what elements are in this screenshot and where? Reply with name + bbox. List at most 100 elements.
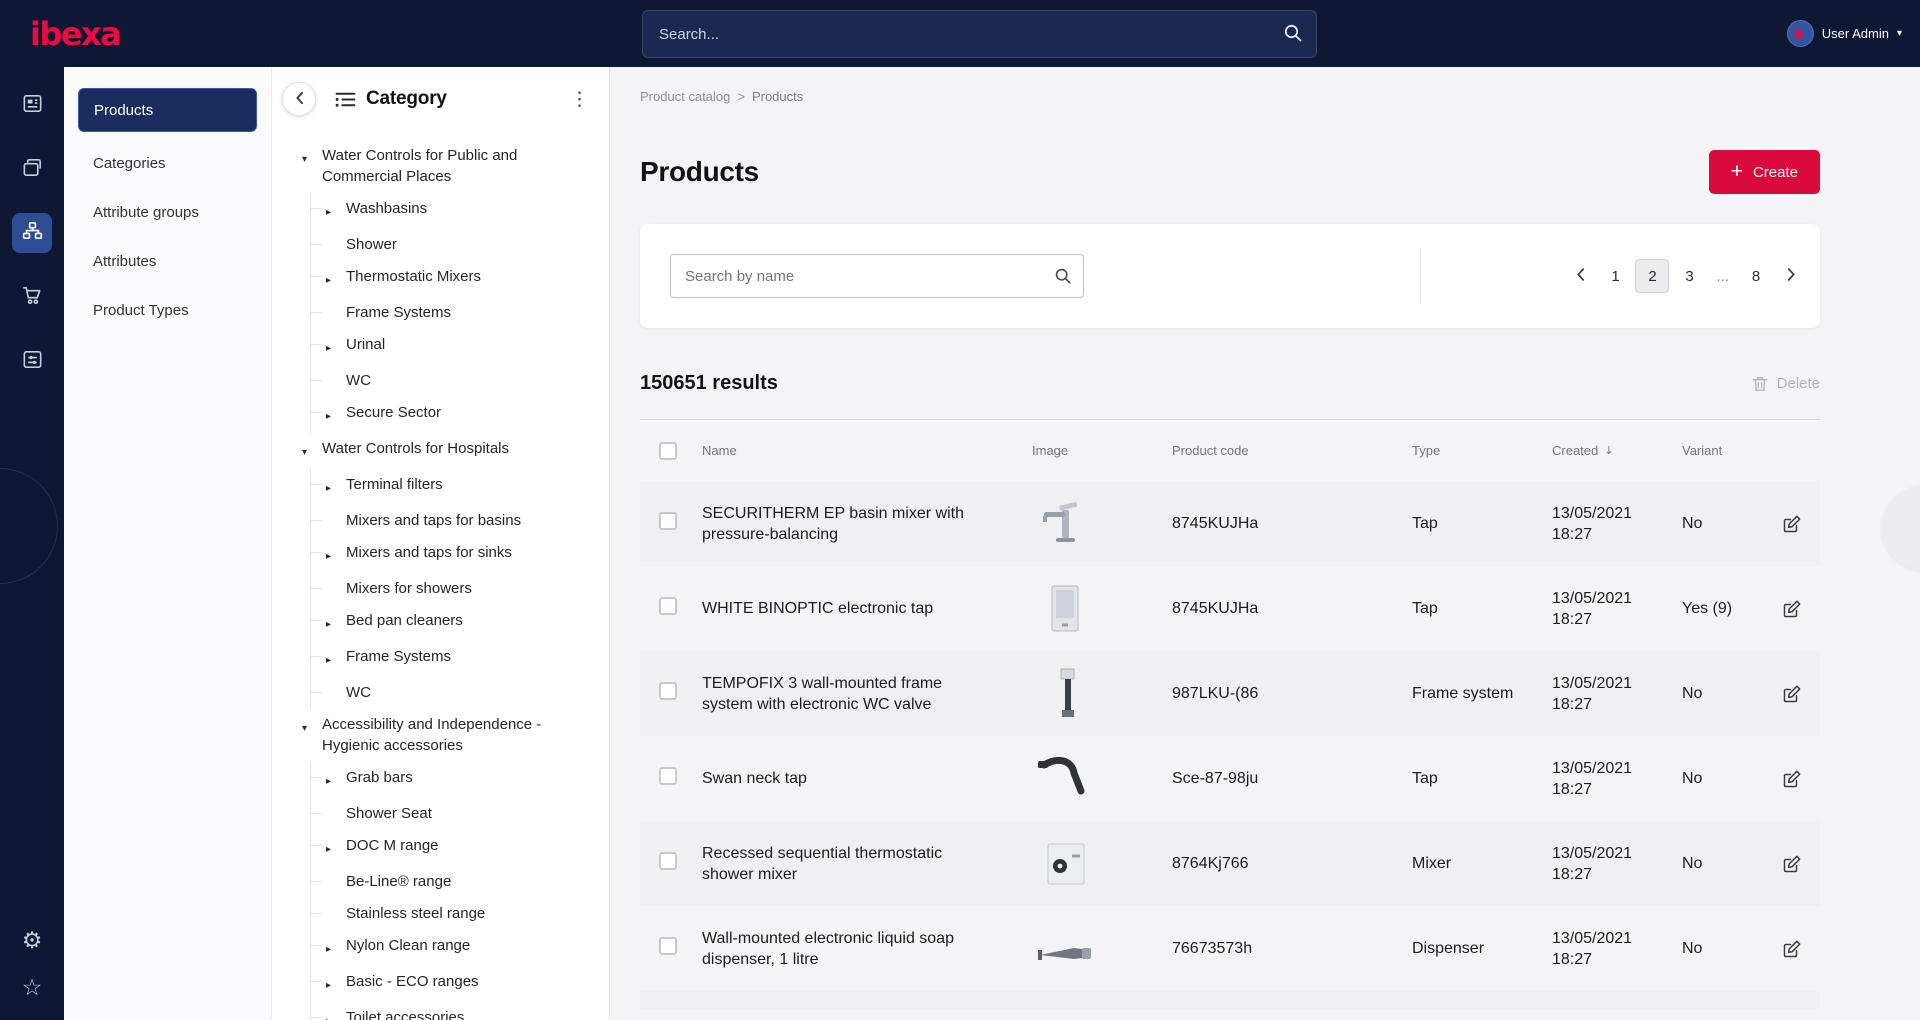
edit-button[interactable]	[1782, 854, 1802, 874]
electronic-tap-image	[1032, 581, 1160, 637]
page-button-1[interactable]: 1	[1598, 259, 1632, 293]
caret-collapsed-icon[interactable]: ▸	[326, 646, 346, 671]
delete-button[interactable]: Delete	[1752, 375, 1820, 393]
pagination-next-button[interactable]	[1776, 261, 1806, 291]
row-checkbox[interactable]	[659, 936, 677, 955]
caret-collapsed-icon[interactable]: ▸	[326, 1007, 346, 1020]
category-node[interactable]: ▸ Basic - ECO ranges	[311, 966, 609, 1002]
category-panel-header: Category ⋮	[272, 67, 609, 116]
edit-button[interactable]	[1782, 599, 1802, 619]
user-menu[interactable]: User Admin ▾	[1786, 20, 1902, 47]
caret-collapsed-icon[interactable]: ▸	[326, 266, 346, 291]
category-node[interactable]: Shower	[311, 229, 609, 261]
category-node[interactable]: ▸ Urinal	[311, 329, 609, 365]
caret-collapsed-icon[interactable]: ▸	[326, 835, 346, 860]
row-checkbox[interactable]	[659, 681, 677, 700]
category-node[interactable]: Mixers and taps for basins	[311, 505, 609, 537]
row-checkbox[interactable]	[659, 511, 677, 530]
page-button-2[interactable]: 2	[1635, 259, 1670, 293]
table-row[interactable]: WHITE BINOPTIC electronic tap 8745KUJHa Ta…	[640, 566, 1820, 651]
table-row[interactable]: SECURITHERM EP basin mixer with pressure…	[640, 481, 1820, 566]
category-node[interactable]: ▸ Mixers and taps for sinks	[311, 537, 609, 573]
page-button-3[interactable]: 3	[1672, 259, 1706, 293]
commerce-button[interactable]	[12, 277, 52, 317]
category-node[interactable]: ▸ Washbasins	[311, 193, 609, 229]
column-header-name[interactable]: Name	[690, 443, 1020, 458]
row-checkbox[interactable]	[659, 596, 677, 615]
edit-button[interactable]	[1782, 769, 1802, 789]
kebab-menu-button[interactable]: ⋮	[570, 89, 589, 109]
category-node[interactable]: Stainless steel range	[311, 898, 609, 930]
category-node[interactable]: ▸ Frame Systems	[311, 641, 609, 677]
caret-collapsed-icon[interactable]: ▸	[326, 767, 346, 792]
content-button[interactable]	[12, 85, 52, 125]
caret-expanded-icon[interactable]: ▾	[302, 438, 322, 463]
caret-collapsed-icon[interactable]: ▸	[326, 542, 346, 567]
sidebar-item-product-types[interactable]: Product Types	[78, 290, 257, 330]
category-node[interactable]: ▸ Nylon Clean range	[311, 930, 609, 966]
row-checkbox[interactable]	[659, 851, 677, 870]
caret-collapsed-icon[interactable]: ▸	[326, 198, 346, 223]
category-node[interactable]: ▸ Secure Sector	[311, 397, 609, 433]
favorites-button[interactable]: ☆	[22, 977, 43, 1000]
caret-collapsed-icon[interactable]: ▸	[326, 935, 346, 960]
global-search-input[interactable]	[642, 10, 1317, 58]
pagination-prev-button[interactable]	[1565, 261, 1595, 291]
table-row[interactable]: TEMPOFIX 3 wall-mounted frame system wit…	[640, 651, 1820, 736]
column-header-created[interactable]: Created ↓	[1540, 443, 1670, 458]
category-node[interactable]: ▾ Accessibility and Independence - Hygien…	[302, 709, 609, 762]
page-button-8[interactable]: 8	[1739, 259, 1773, 293]
edit-button[interactable]	[1782, 939, 1802, 959]
column-header-variant[interactable]: Variant	[1670, 443, 1770, 458]
category-node[interactable]: Be-Line® range	[311, 866, 609, 898]
edit-button[interactable]	[1782, 514, 1802, 534]
sidebar-item-categories[interactable]: Categories	[78, 143, 257, 183]
caret-collapsed-icon[interactable]: ▸	[326, 402, 346, 427]
back-button[interactable]	[282, 82, 316, 116]
category-node[interactable]: ▾ Water Controls for Public and Commercia…	[302, 140, 609, 193]
product-catalog-button[interactable]	[12, 213, 52, 253]
category-node[interactable]: Shower Seat	[311, 798, 609, 830]
category-node[interactable]: Mixers for showers	[311, 573, 609, 605]
product-type: Frame system	[1412, 685, 1514, 702]
sidebar-item-products[interactable]: Products	[78, 88, 257, 132]
sidebar-item-attribute-groups[interactable]: Attribute groups	[78, 192, 257, 232]
create-button[interactable]: + Create	[1708, 150, 1820, 194]
category-node[interactable]: ▸ DOC M range	[311, 830, 609, 866]
brand-logo[interactable]: ibexa	[30, 15, 122, 53]
breadcrumb-product-catalog[interactable]: Product catalog	[640, 89, 730, 104]
column-header-type[interactable]: Type	[1400, 443, 1540, 458]
category-node[interactable]: Frame Systems	[311, 297, 609, 329]
category-node[interactable]: ▾ Water Controls for Hospitals	[302, 433, 609, 469]
gear-icon: ⚙	[21, 928, 43, 954]
caret-collapsed-icon[interactable]: ▸	[326, 971, 346, 996]
table-row[interactable]: Wall-mounted electronic liquid soap disp…	[640, 906, 1820, 991]
category-node[interactable]: ▸ Terminal filters	[311, 469, 609, 505]
table-row[interactable]: Recessed sequential thermostatic shower …	[640, 821, 1820, 906]
table-search-input[interactable]	[670, 254, 1084, 298]
media-button[interactable]	[12, 149, 52, 189]
admin-button[interactable]	[12, 341, 52, 381]
category-node[interactable]: ▸ Bed pan cleaners	[311, 605, 609, 641]
caret-expanded-icon[interactable]: ▾	[302, 714, 322, 739]
sidebar-item-attributes[interactable]: Attributes	[78, 241, 257, 281]
category-node[interactable]: ▸Toilet accessories	[311, 1002, 609, 1020]
caret-collapsed-icon[interactable]: ▸	[326, 334, 346, 359]
search-icon[interactable]	[1283, 23, 1303, 43]
caret-expanded-icon[interactable]: ▾	[302, 145, 322, 170]
category-node[interactable]: WC	[311, 677, 609, 709]
category-node[interactable]: ▸ Thermostatic Mixers	[311, 261, 609, 297]
edit-button[interactable]	[1782, 684, 1802, 704]
settings-button[interactable]: ⚙	[22, 930, 43, 953]
filter-card: 123... 8	[640, 224, 1820, 328]
column-header-image[interactable]: Image	[1020, 443, 1160, 458]
column-header-product-code[interactable]: Product code	[1160, 443, 1400, 458]
caret-collapsed-icon[interactable]: ▸	[326, 610, 346, 635]
select-all-checkbox[interactable]	[659, 441, 677, 460]
table-row[interactable]: Swan neck tap Sce-87-98ju Tap 13/05/2021 18…	[640, 736, 1820, 821]
category-node[interactable]: ▸ Grab bars	[311, 762, 609, 798]
row-checkbox[interactable]	[659, 766, 677, 785]
product-code-cell: Sce-87-98ju	[1160, 768, 1400, 789]
category-node[interactable]: WC	[311, 365, 609, 397]
caret-collapsed-icon[interactable]: ▸	[326, 474, 346, 499]
